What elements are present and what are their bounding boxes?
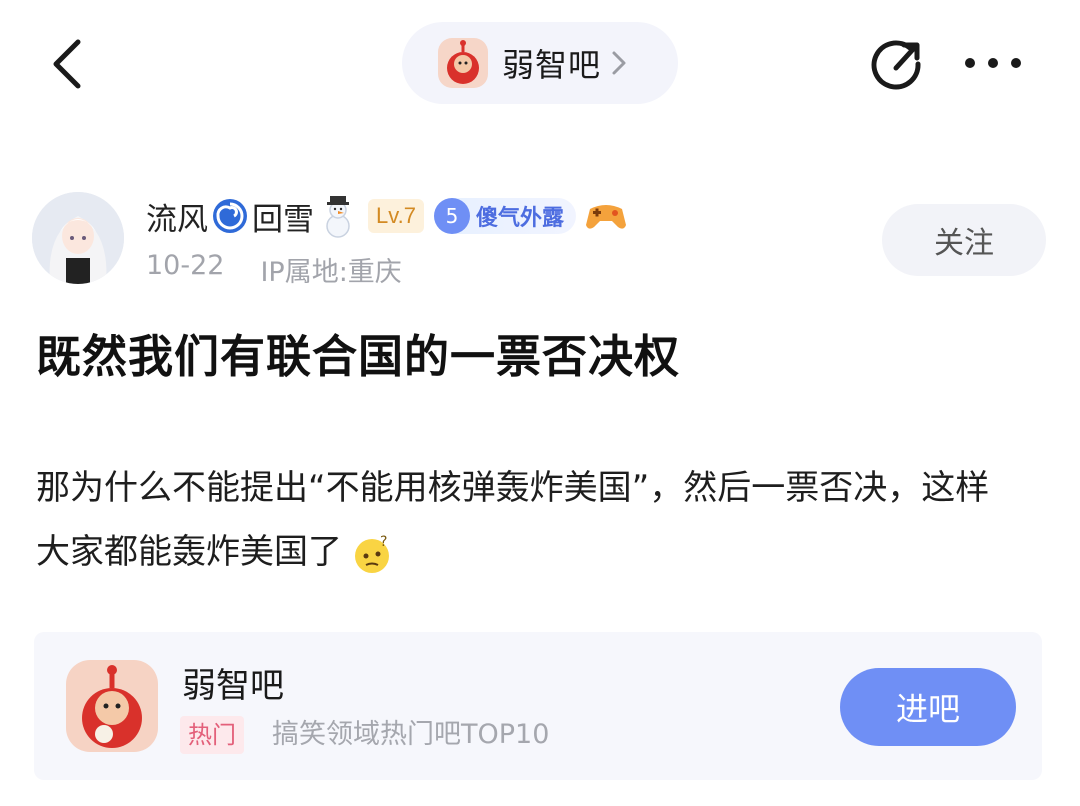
thinking-emoji-icon: ? [355,534,389,573]
title-badge-text: 傻气外露 [475,206,564,231]
svg-text:?: ? [380,534,387,550]
post-meta: 10-22 IP属地:重庆 [146,250,402,289]
snowman-emoji-icon [326,196,350,238]
enter-forum-button[interactable]: 进吧 [840,668,1016,746]
author-name-part2[interactable]: 回雪 [252,194,314,239]
follow-button[interactable]: 关注 [882,204,1046,276]
author-name-part1[interactable]: 流风 [146,194,208,239]
title-badge-number: 5 [433,198,470,234]
gamepad-badge-icon [585,205,626,229]
forum-card-avatar-icon [66,660,158,752]
title-badge: 5 傻气外露 [433,198,576,234]
cyclone-emoji-icon [213,199,247,233]
post-body: 那为什么不能提出“不能用核弹轰炸美国”，然后一票否决，这样大家都能轰炸美国了 [36,468,990,572]
more-options-icon[interactable] [962,52,1024,74]
share-icon[interactable] [870,36,926,92]
post-title: 既然我们有联合国的一票否决权 [36,330,681,383]
post-body-container: 那为什么不能提出“不能用核弹轰炸美国”，然后一票否决，这样大家都能轰炸美国了 ? [36,456,1016,584]
hot-tag: 热门 [180,716,244,754]
author-avatar[interactable] [32,192,124,284]
forum-card-name: 弱智吧 [182,666,284,706]
chevron-right-icon [612,51,626,75]
post-date: 10-22 [146,250,225,281]
forum-name: 弱智吧 [502,46,602,84]
forum-avatar-icon [438,38,488,88]
back-arrow-icon[interactable] [48,38,88,90]
ip-location: IP属地:重庆 [260,257,402,288]
forum-rank-text: 搞笑领域热门吧TOP10 [272,719,550,750]
forum-header-pill[interactable]: 弱智吧 [402,22,678,104]
level-badge: Lv.7 [368,199,424,233]
